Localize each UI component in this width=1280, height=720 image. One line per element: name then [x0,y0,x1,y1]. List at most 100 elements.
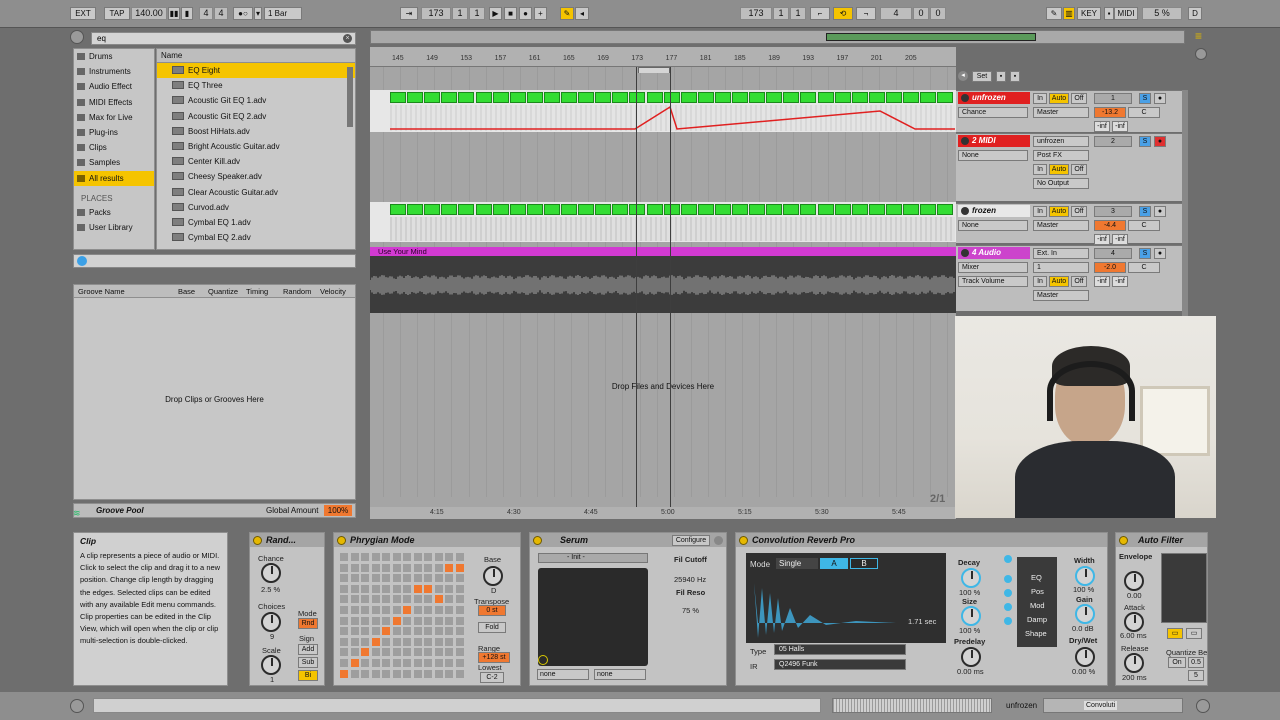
midi-clip[interactable] [526,92,543,103]
tempo-field[interactable]: 140.00 [131,7,167,20]
automation-lane[interactable] [390,105,955,131]
choices-knob[interactable] [261,612,281,632]
shape-section[interactable]: Shape [1025,629,1047,638]
grid-cell[interactable] [361,595,369,604]
grid-cell[interactable] [392,563,401,572]
output-select[interactable]: Master [1033,220,1089,231]
chance-knob[interactable] [261,563,281,583]
grid-cell[interactable] [340,627,348,636]
grid-cell[interactable] [403,584,411,593]
groove-column-header[interactable]: Groove Name [78,287,125,296]
grid-cell[interactable] [340,637,348,646]
input-type-select[interactable]: Ext. In [1033,248,1089,259]
groove-column-header[interactable]: Quantize [208,287,238,296]
preset-bar[interactable]: - Init - [538,553,648,563]
mode-select[interactable]: Single [776,558,818,569]
grid-cell[interactable] [361,616,369,625]
ir-select[interactable]: Q2496 Funk [774,659,906,670]
midi-clip[interactable] [851,92,868,103]
midi-clip[interactable] [561,92,577,103]
result-item[interactable]: Center Kill.adv [157,154,355,169]
midi-clip[interactable] [783,92,800,103]
grid-cell[interactable] [371,574,380,583]
midi-clip[interactable] [492,204,509,215]
grid-cell[interactable] [392,595,401,604]
macro-select-1[interactable]: none [537,669,589,680]
record-icon[interactable]: ● [519,7,532,20]
grid-cell[interactable] [413,627,422,636]
key-map-button[interactable]: KEY [1077,7,1101,20]
place-item[interactable]: Packs [74,205,154,220]
browser-toggle-icon[interactable] [70,30,84,44]
midi-clip[interactable] [920,204,937,215]
global-amount-value[interactable]: 100% [324,505,352,516]
groove-column-header[interactable]: Velocity [320,287,346,296]
midi-clip[interactable] [817,204,834,215]
arm-button[interactable]: ● [1154,136,1166,147]
size-knob[interactable] [961,606,981,626]
groove-column-header[interactable]: Base [178,287,195,296]
monitor-in-button[interactable]: In [1033,206,1047,217]
grid-cell[interactable] [413,606,422,614]
metronome-icon[interactable]: ●○ [233,7,253,20]
monitor-auto-button[interactable]: Auto [1049,276,1069,287]
set-icon-a[interactable]: ▪ [996,71,1006,82]
grid-cell[interactable] [392,637,401,646]
midi-clip[interactable] [646,204,663,215]
monitor-off-button[interactable]: Off [1071,93,1087,104]
grid-cell[interactable] [455,627,464,636]
grid-cell[interactable] [392,627,401,636]
input-channel-select[interactable]: 1 [1033,262,1089,273]
grid-cell[interactable] [434,553,443,561]
category-item[interactable]: Drums [74,49,154,64]
place-item[interactable]: User Library [74,220,154,235]
category-item[interactable]: Audio Effect [74,79,154,94]
category-item[interactable]: MIDI Effects [74,95,154,110]
midi-clip[interactable] [407,204,424,215]
sig-denominator[interactable]: 4 [214,7,228,20]
grid-cell[interactable] [413,563,422,572]
monitor-off-button[interactable]: Off [1071,164,1087,175]
midi-clip[interactable] [526,204,543,215]
midi-clip[interactable] [800,92,817,103]
grid-cell[interactable] [371,627,380,636]
grid-cell[interactable] [403,659,411,667]
fold-track-icon[interactable] [961,137,969,145]
grid-cell[interactable] [455,637,464,646]
predelay-knob[interactable] [961,647,981,667]
grid-cell[interactable] [424,574,432,583]
grid-cell[interactable] [455,563,464,572]
midi-clip[interactable] [885,92,902,103]
grid-cell[interactable] [361,648,369,657]
punch-out-icon[interactable]: ¬ [856,7,876,20]
grid-cell[interactable] [382,574,390,583]
grid-cell[interactable] [434,574,443,583]
midi-clip[interactable] [646,92,663,103]
arm-button[interactable]: ● [1154,248,1166,259]
midi-clip[interactable] [595,204,612,215]
grid-cell[interactable] [445,563,453,572]
midi-clip[interactable] [543,92,560,103]
solo-button[interactable]: S [1139,248,1151,259]
computer-midi-keyboard-icon[interactable]: ▥ [1063,7,1075,20]
grid-cell[interactable] [403,637,411,646]
grid-cell[interactable] [455,553,464,561]
follow-icon[interactable]: ⇥ [400,7,418,20]
grid-cell[interactable] [403,606,411,614]
midi-clip[interactable] [714,204,731,215]
grid-cell[interactable] [392,584,401,593]
grid-cell[interactable] [434,637,443,646]
range-value[interactable]: +128 st [478,652,510,663]
midi-clip[interactable] [390,92,406,103]
grid-cell[interactable] [445,659,453,667]
grid-cell[interactable] [350,563,359,572]
device-power-icon[interactable] [1119,536,1128,545]
ab-a-button[interactable]: A [820,558,848,569]
loop-start-beat[interactable]: 1 [773,7,789,20]
grid-cell[interactable] [350,648,359,657]
grid-cell[interactable] [445,627,453,636]
arm-button[interactable]: ● [1154,93,1166,104]
grid-cell[interactable] [340,574,348,583]
overview-bar[interactable] [370,30,1185,44]
grid-cell[interactable] [434,616,443,625]
